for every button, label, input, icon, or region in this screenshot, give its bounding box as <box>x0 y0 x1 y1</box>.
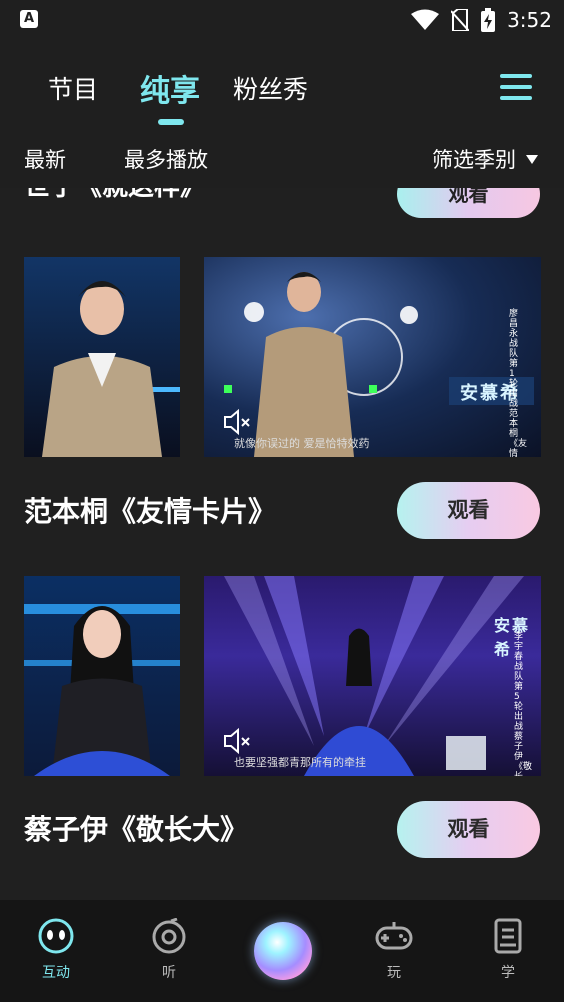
face-icon <box>38 918 74 954</box>
tab-programs[interactable]: 节目 <box>48 70 98 106</box>
filter-most-played[interactable]: 最多播放 <box>124 144 208 174</box>
item-title: 蔡子伊《敬长大》 <box>24 813 249 846</box>
filter-bar: 最新 最多播放 筛选季别 <box>0 126 564 188</box>
music-disc-icon <box>152 917 186 954</box>
nav-learn[interactable]: 学 <box>478 918 538 982</box>
watch-button[interactable]: 观看 <box>397 801 540 858</box>
tab-fan-show[interactable]: 粉丝秀 <box>233 70 308 106</box>
orb-icon[interactable] <box>254 922 312 980</box>
book-icon <box>494 918 522 954</box>
item-title: 范本桐《友情卡片》 <box>24 495 277 528</box>
video-subtitle: 也要坚强都青那所有的牵挂 <box>234 756 366 769</box>
item-title: 世子《就这样》 <box>24 188 206 203</box>
active-tab-indicator <box>158 119 184 125</box>
stage-scene <box>224 576 524 776</box>
portrait-figure <box>24 257 180 457</box>
wifi-icon <box>411 9 440 30</box>
video-subtitle: 就像你误过的 爱是恰特效药 <box>234 437 370 450</box>
tab-pure[interactable]: 纯享 <box>140 66 200 110</box>
video-list[interactable]: 世子《就这样》 观看 安慕希 廖昌永战队第1轮出战范本桐《友情卡片》 <box>0 188 564 900</box>
nav-listen[interactable]: 听 <box>139 917 199 982</box>
menu-icon[interactable] <box>500 74 532 102</box>
artist-portrait[interactable] <box>24 257 180 457</box>
season-filter-label: 筛选季别 <box>432 148 516 172</box>
nav-label: 互动 <box>42 965 70 981</box>
stage-scene <box>224 272 534 457</box>
side-caption: 李宇春战队第5轮出战蔡子伊《敬长大》 <box>514 632 533 776</box>
nav-label: 听 <box>162 965 176 981</box>
season-filter-dropdown[interactable]: 筛选季别 <box>432 144 538 174</box>
video-preview[interactable]: 安慕希 廖昌永战队第1轮出战范本桐《友情卡片》 就像你误过的 爱是恰特效药 <box>204 257 541 457</box>
artist-portrait[interactable] <box>24 576 180 776</box>
nav-label: 学 <box>501 965 515 981</box>
filter-latest[interactable]: 最新 <box>24 144 66 174</box>
nav-play[interactable]: 玩 <box>364 918 424 982</box>
top-tab-bar: 节目 纯享 粉丝秀 <box>0 40 564 126</box>
watch-button[interactable]: 观看 <box>397 188 540 218</box>
nav-label: 玩 <box>387 965 401 981</box>
side-caption: 廖昌永战队第1轮出战范本桐《友情卡片》 <box>509 309 528 457</box>
app-notification-icon: A <box>20 10 38 28</box>
watch-button[interactable]: 观看 <box>397 482 540 539</box>
portrait-figure <box>24 604 180 776</box>
video-preview[interactable]: 安慕希 李宇春战队第5轮出战蔡子伊《敬长大》 也要坚强都青那所有的牵挂 <box>204 576 541 776</box>
no-sim-icon <box>451 9 470 31</box>
nav-interact[interactable]: 互动 <box>26 918 86 982</box>
mute-icon[interactable] <box>222 727 252 755</box>
gamepad-icon <box>375 922 413 950</box>
status-bar: A 3:52 <box>0 0 564 40</box>
bottom-nav-bar: 互动 听 玩 学 <box>0 900 564 1002</box>
dropdown-arrow-icon <box>526 154 538 164</box>
clock: 3:52 <box>507 8 552 32</box>
battery-charging-icon <box>481 8 496 32</box>
mute-icon[interactable] <box>222 408 252 436</box>
